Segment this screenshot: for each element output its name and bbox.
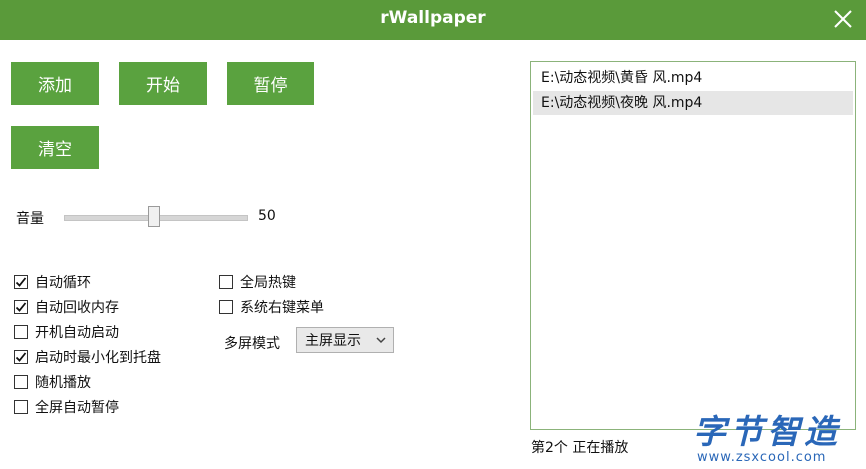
checkbox-auto-loop[interactable]: 自动循环 (14, 272, 91, 292)
checkbox-label: 全屏自动暂停 (35, 400, 119, 416)
checkbox-label: 全局热键 (240, 275, 296, 291)
list-item[interactable]: E:\动态视频\黄昏 风.mp4 (533, 66, 853, 90)
volume-slider-thumb[interactable] (148, 206, 160, 227)
checkbox-label: 自动回收内存 (35, 300, 119, 316)
checkbox-box[interactable] (14, 300, 28, 314)
checkbox-label: 自动循环 (35, 275, 91, 291)
multiscreen-select[interactable]: 主屏显示 (296, 327, 394, 353)
volume-label: 音量 (16, 211, 44, 227)
title-bar: rWallpaper (0, 0, 866, 40)
checkbox-box[interactable] (219, 300, 233, 314)
checkbox-context-menu[interactable]: 系统右键菜单 (219, 297, 324, 317)
clear-button[interactable]: 清空 (11, 126, 99, 169)
checkbox-minimize-to-tray[interactable]: 启动时最小化到托盘 (14, 347, 161, 367)
list-item-selected[interactable]: E:\动态视频\夜晚 风.mp4 (533, 91, 853, 115)
checkbox-box[interactable] (14, 325, 28, 339)
checkbox-box[interactable] (219, 275, 233, 289)
checkbox-box[interactable] (14, 350, 28, 364)
checkbox-box[interactable] (14, 400, 28, 414)
multiscreen-selected-value: 主屏显示 (305, 333, 361, 349)
close-icon[interactable] (830, 6, 856, 32)
watermark-text: 字节智造 (693, 412, 841, 451)
checkbox-global-hotkey[interactable]: 全局热键 (219, 272, 296, 292)
pause-button[interactable]: 暂停 (227, 62, 314, 105)
add-button[interactable]: 添加 (11, 62, 99, 105)
playback-status: 第2个 正在播放 (531, 440, 629, 456)
checkbox-label: 开机自动启动 (35, 325, 119, 341)
playlist-listbox[interactable]: E:\动态视频\黄昏 风.mp4 E:\动态视频\夜晚 风.mp4 (530, 61, 856, 430)
checkbox-label: 随机播放 (35, 375, 91, 391)
checkbox-auto-reclaim-memory[interactable]: 自动回收内存 (14, 297, 119, 317)
multiscreen-label: 多屏模式 (224, 336, 280, 352)
checkbox-box[interactable] (14, 375, 28, 389)
window-title: rWallpaper (380, 8, 486, 28)
checkbox-start-on-boot[interactable]: 开机自动启动 (14, 322, 119, 342)
checkbox-box[interactable] (14, 275, 28, 289)
checkbox-label: 启动时最小化到托盘 (35, 350, 161, 366)
volume-value: 50 (258, 208, 276, 224)
checkbox-random-play[interactable]: 随机播放 (14, 372, 91, 392)
watermark-url: www.zsxcool.com (697, 450, 827, 465)
chevron-down-icon (375, 332, 387, 351)
checkbox-label: 系统右键菜单 (240, 300, 324, 316)
start-button[interactable]: 开始 (119, 62, 207, 105)
checkbox-fullscreen-auto-pause[interactable]: 全屏自动暂停 (14, 397, 119, 417)
